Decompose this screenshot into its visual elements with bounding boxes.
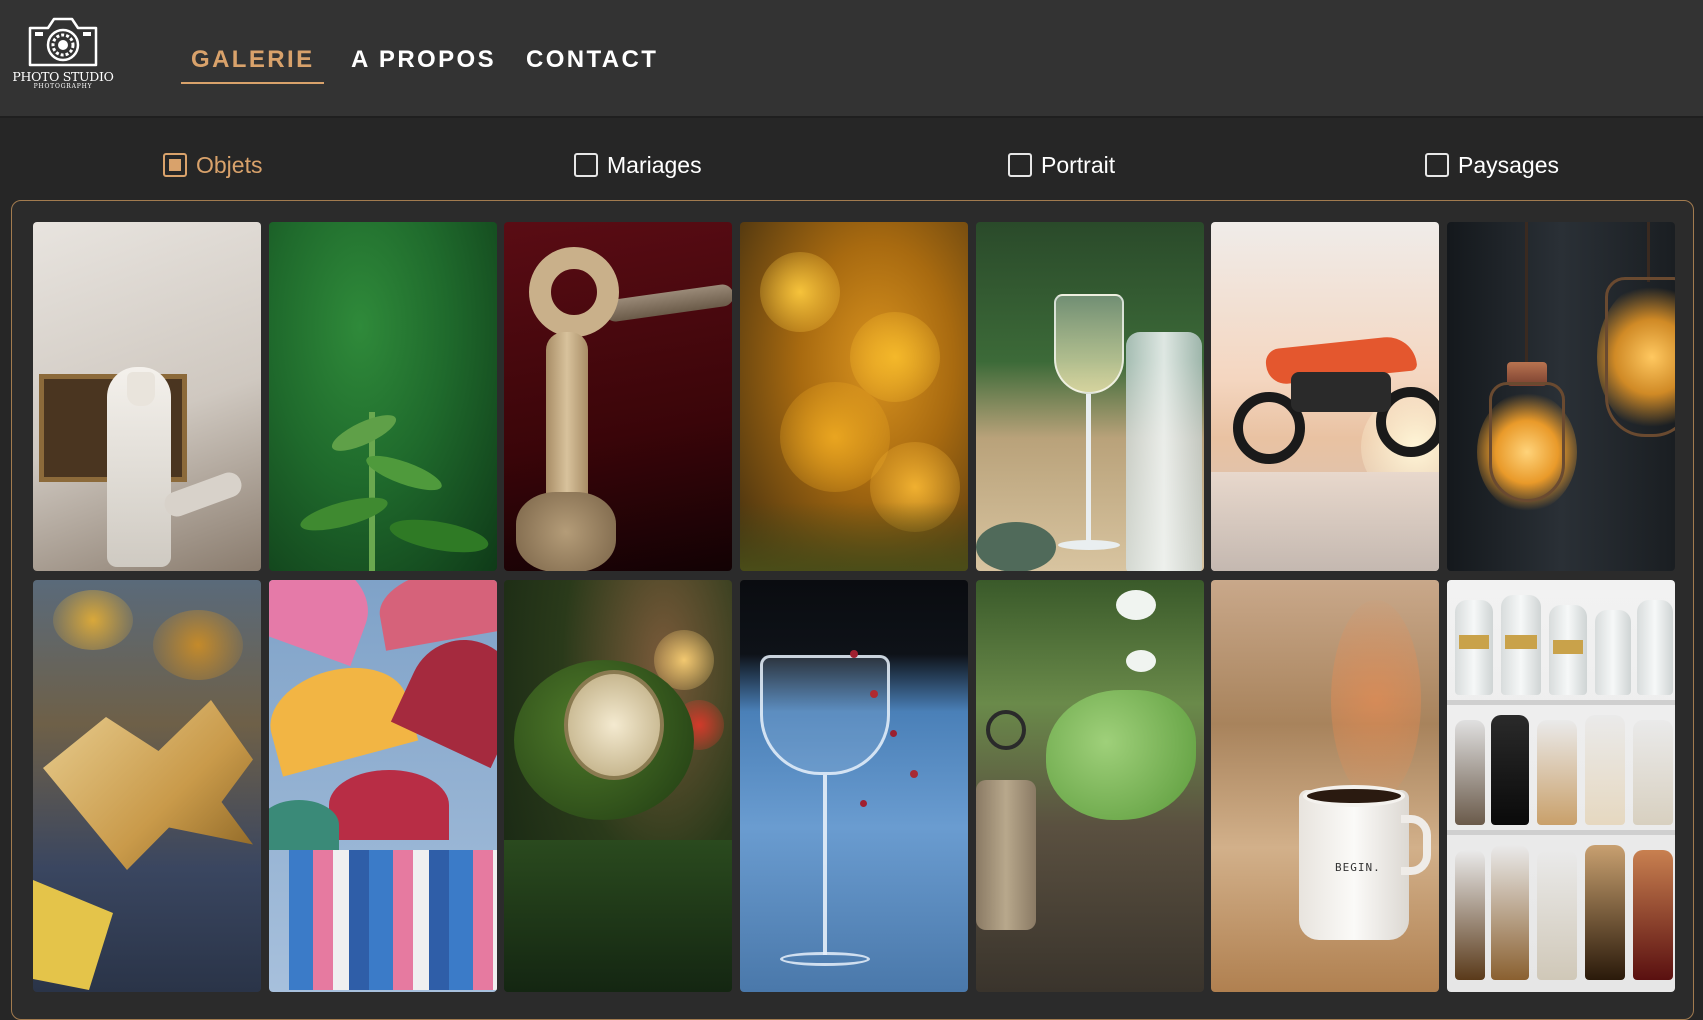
checkbox-icon[interactable] <box>1425 153 1449 177</box>
coffee-mug-photo[interactable]: BEGIN. <box>1211 580 1439 992</box>
logo-name: PHOTO STUDIO <box>12 69 114 84</box>
christmas-ornament-photo[interactable] <box>504 580 732 992</box>
filter-label: Objets <box>196 151 263 178</box>
checkbox-checked-icon[interactable] <box>163 153 187 177</box>
nav-item-galerie[interactable]: GALERIE <box>181 42 325 84</box>
glass-berries-photo[interactable] <box>740 580 968 992</box>
filter-label: Mariages <box>607 151 702 178</box>
nav-item-a-propos[interactable]: A PROPOS <box>351 42 496 84</box>
umbrellas-photo[interactable] <box>269 580 497 992</box>
checkbox-icon[interactable] <box>1008 153 1032 177</box>
garden-scissors-photo[interactable] <box>976 580 1204 992</box>
rope-knot-photo[interactable] <box>504 222 732 571</box>
filter-objets[interactable]: Objets <box>163 145 262 185</box>
filter-label: Paysages <box>1458 151 1560 178</box>
yellow-flowers-photo[interactable] <box>740 222 968 571</box>
site-header: PHOTO STUDIO PHOTOGRAPHY GALERIE A PROPO… <box>0 0 1703 118</box>
filter-paysages[interactable]: Paysages <box>1425 145 1559 185</box>
category-filters: Objets Mariages Portrait Paysages <box>0 145 1703 185</box>
filter-mariages[interactable]: Mariages <box>574 145 702 185</box>
filter-portrait[interactable]: Portrait <box>1008 145 1115 185</box>
camera-icon <box>28 17 98 67</box>
hanging-bulbs-photo[interactable] <box>1447 222 1675 571</box>
autumn-leaf-photo[interactable] <box>33 580 261 992</box>
filter-label: Portrait <box>1041 151 1116 178</box>
mug-text: BEGIN. <box>1335 861 1381 874</box>
checkbox-icon[interactable] <box>574 153 598 177</box>
motorcycle-sunset-photo[interactable] <box>1211 222 1439 571</box>
plant-photo[interactable] <box>269 222 497 571</box>
site-logo[interactable]: PHOTO STUDIO PHOTOGRAPHY <box>8 16 118 100</box>
statue-photo[interactable] <box>33 222 261 571</box>
nav-item-contact[interactable]: CONTACT <box>526 42 658 84</box>
wine-glass-bottle-photo[interactable] <box>976 222 1204 571</box>
apothecary-jars-photo[interactable] <box>1447 580 1675 992</box>
photo-gallery: BEGIN. <box>11 200 1694 1020</box>
logo-tagline: PHOTOGRAPHY <box>33 83 93 90</box>
